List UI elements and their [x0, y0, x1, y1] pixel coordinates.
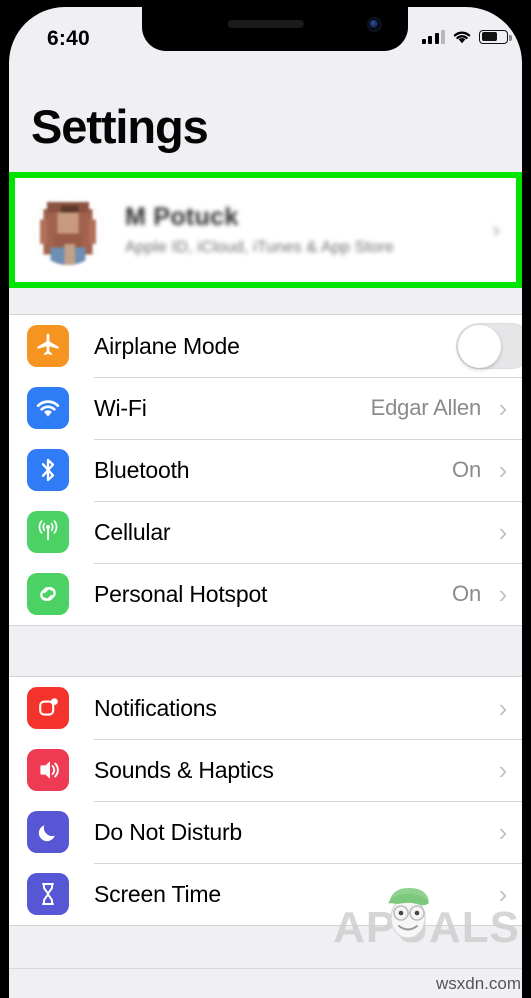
settings-row-label: Sounds & Haptics	[94, 756, 274, 783]
account-text-block: M Potuck Apple ID, iCloud, iTunes & App …	[125, 203, 493, 258]
settings-row-sounds-haptics[interactable]: Sounds & Haptics ›	[9, 739, 522, 801]
battery-fill-level	[481, 32, 498, 41]
hotspot-state-value: On	[452, 581, 481, 606]
chevron-right-icon: ›	[498, 755, 508, 785]
device-notch	[142, 7, 408, 51]
settings-row-notifications[interactable]: Notifications ›	[9, 677, 522, 739]
settings-row-label: Airplane Mode	[94, 332, 240, 359]
bluetooth-state-value: On	[452, 457, 481, 482]
settings-row-label: Personal Hotspot	[94, 580, 268, 607]
chevron-right-icon: ›	[498, 579, 508, 609]
screen-time-hourglass-icon	[27, 873, 69, 915]
front-camera-icon	[367, 17, 382, 32]
settings-row-wifi[interactable]: Wi-Fi Edgar Allen ›	[9, 377, 522, 439]
notifications-icon	[27, 687, 69, 729]
phone-device-frame: 6:40 Settings M Potuck Apple ID, iCloud,…	[0, 0, 531, 998]
chevron-right-icon: ›	[492, 217, 500, 242]
source-url-label: wsxdn.com	[435, 974, 521, 993]
chevron-right-icon: ›	[498, 393, 508, 423]
group-spacer	[9, 288, 522, 314]
wifi-icon	[453, 31, 471, 44]
profile-photo-avatar[interactable]	[33, 195, 103, 265]
battery-icon	[479, 29, 512, 44]
settings-row-label: Bluetooth	[94, 456, 190, 483]
account-subtitle: Apple ID, iCloud, iTunes & App Store	[125, 239, 394, 257]
settings-row-personal-hotspot[interactable]: Personal Hotspot On ›	[9, 563, 522, 625]
settings-row-bluetooth[interactable]: Bluetooth On ›	[9, 439, 522, 501]
settings-content: Settings M Potuck Apple ID, iCloud, iTun…	[9, 55, 522, 998]
sounds-haptics-icon	[27, 749, 69, 791]
earpiece-speaker-icon	[227, 20, 304, 28]
settings-row-do-not-disturb[interactable]: Do Not Disturb ›	[9, 801, 522, 863]
account-row-highlight-box: M Potuck Apple ID, iCloud, iTunes & App …	[9, 172, 522, 288]
bluetooth-icon	[27, 449, 69, 491]
settings-group-connectivity: Airplane Mode Wi-Fi Edgar Allen › Blueto…	[9, 314, 522, 626]
do-not-disturb-moon-icon	[27, 811, 69, 853]
airplane-mode-toggle[interactable]	[456, 323, 522, 369]
wifi-icon	[27, 387, 69, 429]
settings-row-label: Notifications	[94, 694, 217, 721]
page-title: Settings	[31, 100, 209, 153]
phone-screen: 6:40 Settings M Potuck Apple ID, iCloud,…	[9, 7, 522, 998]
settings-row-label: Screen Time	[94, 880, 221, 907]
cellular-bars-icon	[421, 29, 445, 44]
chevron-right-icon: ›	[498, 517, 508, 547]
status-bar-clock: 6:40	[47, 27, 90, 50]
settings-row-screen-time[interactable]: Screen Time ›	[9, 863, 522, 925]
settings-group-notifications: Notifications › Sounds & Haptics › Do No…	[9, 676, 522, 926]
settings-row-cellular[interactable]: Cellular ›	[9, 501, 522, 563]
settings-row-label: Do Not Disturb	[94, 818, 243, 845]
personal-hotspot-icon	[27, 573, 69, 615]
group-spacer	[9, 626, 522, 676]
wifi-network-value: Edgar Allen	[370, 395, 482, 420]
airplane-icon	[27, 325, 69, 367]
settings-row-airplane-mode[interactable]: Airplane Mode	[9, 315, 522, 377]
chevron-right-icon: ›	[498, 879, 508, 909]
account-name: M Potuck	[125, 202, 239, 231]
chevron-right-icon: ›	[498, 455, 508, 485]
status-bar-indicators	[421, 29, 512, 44]
cellular-antenna-icon	[27, 511, 69, 553]
settings-row-label: Wi-Fi	[94, 394, 147, 421]
chevron-right-icon: ›	[498, 693, 508, 723]
settings-row-label: Cellular	[94, 518, 171, 545]
apple-id-account-row[interactable]: M Potuck Apple ID, iCloud, iTunes & App …	[15, 178, 516, 282]
chevron-right-icon: ›	[498, 817, 508, 847]
toggle-knob	[457, 324, 501, 368]
